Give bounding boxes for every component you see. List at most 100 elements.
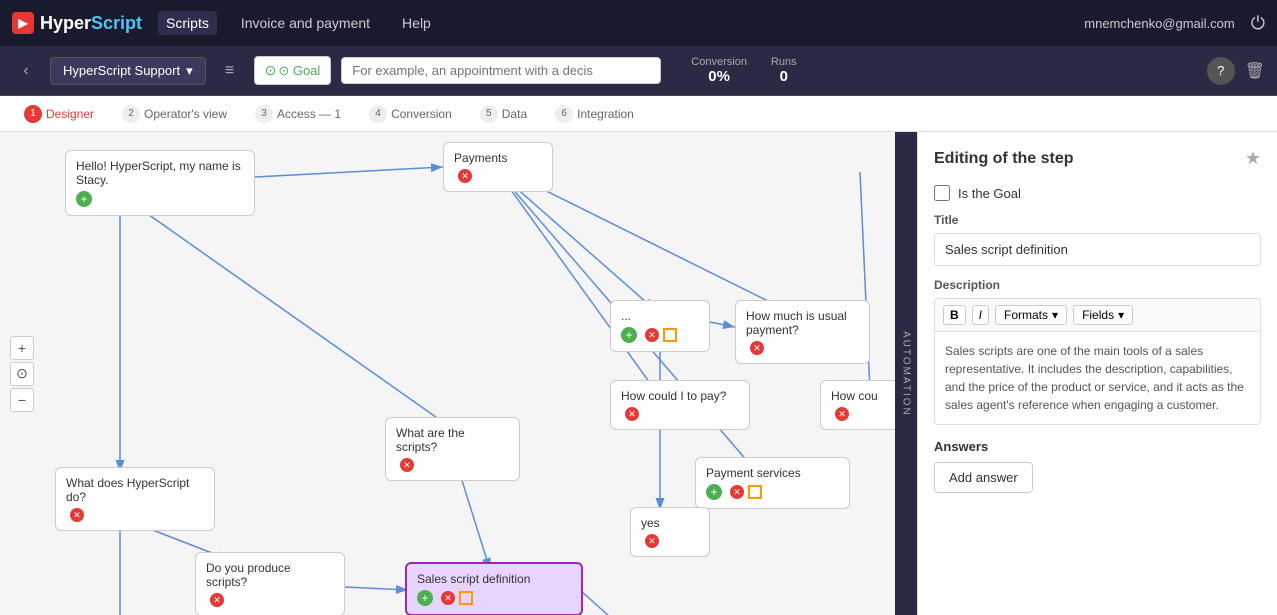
description-content[interactable]: Sales scripts are one of the main tools … (934, 331, 1261, 425)
node-payment-services-text: Payment services (706, 466, 839, 480)
node-what-scripts-actions: ✕ (396, 458, 509, 472)
node-hello-add[interactable]: + (76, 191, 92, 207)
node-payment-services-add[interactable]: + (706, 484, 722, 500)
node-ellipsis-add[interactable]: + (621, 327, 637, 343)
node-sales-def-actions: + ✕ (417, 590, 571, 606)
help-button[interactable]: ? (1207, 57, 1235, 85)
editor-fields-label: Fields (1082, 308, 1114, 322)
tab-operator[interactable]: 2 Operator's view (110, 99, 239, 129)
panel-header: Editing of the step ★ (934, 148, 1261, 169)
editor-formats-dropdown[interactable]: Formats ▾ (995, 305, 1067, 325)
tab-integration[interactable]: 6 Integration (543, 99, 646, 129)
tab-num-1: 1 (24, 105, 42, 123)
node-how-could-pay[interactable]: How could I to pay? ✕ (610, 380, 750, 430)
node-ellipsis-actions: + ✕ (621, 327, 699, 343)
node-how-much-close[interactable]: ✕ (750, 341, 764, 355)
nav-help[interactable]: Help (394, 11, 439, 35)
title-field-label: Title (934, 213, 1261, 227)
back-button[interactable]: ‹ (12, 57, 40, 85)
node-what-scripts-close[interactable]: ✕ (400, 458, 414, 472)
node-what-scripts[interactable]: What are the scripts? ✕ (385, 417, 520, 481)
node-produce-close[interactable]: ✕ (210, 593, 224, 607)
zoom-out-button[interactable]: − (10, 388, 34, 412)
node-sales-def[interactable]: Sales script definition + ✕ (405, 562, 583, 615)
nav-scripts[interactable]: Scripts (158, 11, 217, 35)
tab-access-label: Access — 1 (277, 107, 341, 121)
node-payments-close[interactable]: ✕ (458, 169, 472, 183)
tab-integration-label: Integration (577, 107, 634, 121)
node-payment-services-goal[interactable] (748, 485, 762, 499)
right-panel: Editing of the step ★ Is the Goal Title … (917, 132, 1277, 615)
tab-num-3: 3 (255, 105, 273, 123)
canvas-area[interactable]: + ⊙ − Hello! HyperScript, my name is Sta… (0, 132, 895, 615)
add-answer-button[interactable]: Add answer (934, 462, 1033, 493)
logout-button[interactable]: ⏻ (1251, 13, 1265, 34)
tab-access[interactable]: 3 Access — 1 (243, 99, 353, 129)
runs-label: Runs (771, 56, 797, 68)
conversion-label: Conversion (691, 56, 747, 68)
node-hello[interactable]: Hello! HyperScript, my name is Stacy. + (65, 150, 255, 216)
node-hello-text: Hello! HyperScript, my name is Stacy. (76, 159, 244, 187)
star-button[interactable]: ★ (1245, 148, 1261, 169)
editor-fields-dropdown-icon: ▾ (1118, 308, 1124, 322)
node-produce[interactable]: Do you produce scripts? ✕ (195, 552, 345, 615)
zoom-in-button[interactable]: + (10, 336, 34, 360)
tab-num-5: 5 (480, 105, 498, 123)
node-how-could-pay-close[interactable]: ✕ (625, 407, 639, 421)
is-goal-row: Is the Goal (934, 185, 1261, 201)
node-sales-def-close[interactable]: ✕ (441, 591, 455, 605)
node-how-col-close[interactable]: ✕ (835, 407, 849, 421)
tab-designer[interactable]: 1 Designer (12, 99, 106, 129)
node-how-col[interactable]: How cou ✕ (820, 380, 895, 430)
main-area: + ⊙ − Hello! HyperScript, my name is Sta… (0, 132, 1277, 615)
editor-fields-dropdown[interactable]: Fields ▾ (1073, 305, 1133, 325)
hamburger-button[interactable]: ≡ (216, 57, 244, 85)
node-payments-actions: ✕ (454, 169, 542, 183)
node-payments[interactable]: Payments ✕ (443, 142, 553, 192)
node-yes1[interactable]: yes ✕ (630, 507, 710, 557)
goal-button[interactable]: ⊙ ⊙ Goal (254, 56, 332, 85)
node-how-could-pay-text: How could I to pay? (621, 389, 739, 403)
runs-stat: Runs 0 (771, 56, 797, 85)
node-yes1-actions: ✕ (641, 534, 699, 548)
node-what-does[interactable]: What does HyperScript do? ✕ (55, 467, 215, 531)
node-ellipsis[interactable]: ... + ✕ (610, 300, 710, 352)
node-how-much[interactable]: How much is usual payment? ✕ (735, 300, 870, 364)
node-ellipsis-goal[interactable] (663, 328, 677, 342)
node-ellipsis-text: ... (621, 309, 699, 323)
tab-designer-label: Designer (46, 107, 94, 121)
answers-section: Answers Add answer (934, 439, 1261, 493)
node-sales-def-add[interactable]: + (417, 590, 433, 606)
tab-num-2: 2 (122, 105, 140, 123)
tab-data[interactable]: 5 Data (468, 99, 539, 129)
conversion-value: 0% (691, 68, 747, 85)
nav-invoice[interactable]: Invoice and payment (233, 11, 378, 35)
node-what-does-actions: ✕ (66, 508, 204, 522)
tab-conversion[interactable]: 4 Conversion (357, 99, 464, 129)
node-yes1-close[interactable]: ✕ (645, 534, 659, 548)
node-how-much-text: How much is usual payment? (746, 309, 859, 337)
node-sales-def-goal[interactable] (459, 591, 473, 605)
node-ellipsis-close[interactable]: ✕ (645, 328, 659, 342)
editor-bold-button[interactable]: B (943, 305, 966, 325)
node-how-col-actions: ✕ (831, 407, 895, 421)
node-what-scripts-text: What are the scripts? (396, 426, 509, 454)
dropdown-icon: ▾ (186, 63, 193, 79)
node-payment-services[interactable]: Payment services + ✕ (695, 457, 850, 509)
editor-italic-button[interactable]: I (972, 305, 989, 325)
goal-input[interactable] (341, 57, 661, 84)
goal-icon: ⊙ (265, 62, 277, 79)
is-goal-checkbox[interactable] (934, 185, 950, 201)
tab-data-label: Data (502, 107, 527, 121)
node-how-much-actions: ✕ (746, 341, 859, 355)
description-field-label: Description (934, 278, 1261, 292)
delete-button[interactable]: 🗑 (1245, 61, 1265, 81)
node-payment-services-close[interactable]: ✕ (730, 485, 744, 499)
zoom-target-button[interactable]: ⊙ (10, 362, 34, 386)
tab-conversion-label: Conversion (391, 107, 452, 121)
node-what-does-close[interactable]: ✕ (70, 508, 84, 522)
title-input[interactable] (934, 233, 1261, 266)
automation-sidebar[interactable]: AUTOMATION (895, 132, 917, 615)
editor-formats-dropdown-icon: ▾ (1052, 308, 1058, 322)
script-name-dropdown[interactable]: HyperScript Support ▾ (50, 57, 206, 85)
